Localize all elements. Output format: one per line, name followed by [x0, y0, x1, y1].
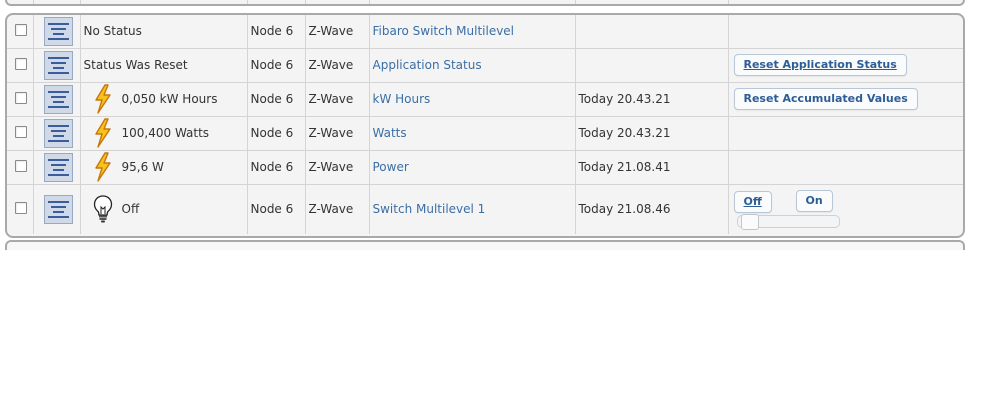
last-update: Today 20.43.21: [578, 92, 671, 106]
table-row: No Status Node 6 Z-Wave Fibaro Switch Mu…: [7, 15, 963, 49]
device-thumbnail: [43, 118, 73, 148]
value-text: 95,6 W: [121, 160, 164, 174]
table-row: 0,050 kW Hours Node 6 Z-Wave kW Hours To…: [7, 82, 963, 117]
value-text: No Status: [83, 24, 142, 39]
next-table-edge: [5, 240, 965, 250]
row-checkbox[interactable]: [15, 57, 28, 70]
last-update: Today 21.08.46: [578, 202, 671, 217]
device-thumbnail: [43, 194, 73, 224]
protocol-label: Z-Wave: [308, 160, 354, 174]
node-label: Node 6: [250, 126, 294, 140]
device-name-link[interactable]: Power: [373, 160, 409, 174]
device-name-link[interactable]: kW Hours: [373, 92, 431, 106]
device-name-link[interactable]: Fibaro Switch Multilevel: [373, 24, 515, 38]
row-checkbox[interactable]: [15, 91, 28, 104]
table-row: Status Was Reset Node 6 Z-Wave Applicati…: [7, 48, 963, 83]
device-thumbnail: [43, 84, 73, 114]
lightning-icon: [94, 152, 111, 182]
light-bulb-icon: [93, 195, 112, 223]
off-button[interactable]: Off: [733, 191, 772, 214]
protocol-label: Z-Wave: [308, 58, 354, 72]
table-row: Off Node 6 Z-Wave Switch Multilevel 1 To…: [7, 184, 963, 234]
device-values-table: No Status Node 6 Z-Wave Fibaro Switch Mu…: [5, 13, 965, 238]
row-checkbox[interactable]: [15, 159, 28, 172]
protocol-label: Z-Wave: [308, 24, 354, 39]
row-checkbox[interactable]: [15, 23, 28, 36]
node-label: Node 6: [250, 202, 294, 217]
row-checkbox[interactable]: [15, 125, 28, 138]
previous-table-remnant: [5, 0, 965, 6]
device-thumbnail: [43, 16, 73, 46]
table-row: 100,400 Watts Node 6 Z-Wave Watts Today …: [7, 116, 963, 151]
device-name-link[interactable]: Switch Multilevel 1: [373, 202, 486, 216]
protocol-label: Z-Wave: [308, 92, 354, 106]
device-thumbnail: [43, 152, 73, 182]
node-label: Node 6: [250, 58, 294, 72]
row-checkbox[interactable]: [15, 201, 28, 214]
protocol-label: Z-Wave: [308, 202, 354, 217]
device-thumbnail: [43, 50, 73, 80]
node-label: Node 6: [250, 24, 294, 39]
device-name-link[interactable]: Watts: [373, 126, 407, 140]
device-name-link[interactable]: Application Status: [373, 58, 482, 72]
table-row: 95,6 W Node 6 Z-Wave Power Today 21.08.4…: [7, 150, 963, 185]
value-text: Off: [121, 202, 140, 217]
reset-accumulated-values-button[interactable]: Reset Accumulated Values: [733, 88, 918, 110]
switch-controls: Off On: [729, 185, 964, 233]
lightning-icon: [94, 84, 111, 114]
value-text: 0,050 kW Hours: [121, 92, 218, 106]
value-text: 100,400 Watts: [121, 126, 210, 140]
last-update: Today 20.43.21: [578, 126, 671, 140]
protocol-label: Z-Wave: [308, 126, 354, 140]
last-update: Today 21.08.41: [578, 160, 671, 174]
node-label: Node 6: [250, 92, 294, 106]
dimmer-slider[interactable]: [736, 214, 840, 231]
slider-handle[interactable]: [740, 214, 759, 231]
on-button[interactable]: On: [795, 190, 833, 213]
lightning-icon: [94, 118, 111, 148]
node-label: Node 6: [250, 160, 294, 174]
reset-application-status-button[interactable]: Reset Application Status: [733, 54, 907, 76]
value-text: Status Was Reset: [83, 58, 188, 72]
